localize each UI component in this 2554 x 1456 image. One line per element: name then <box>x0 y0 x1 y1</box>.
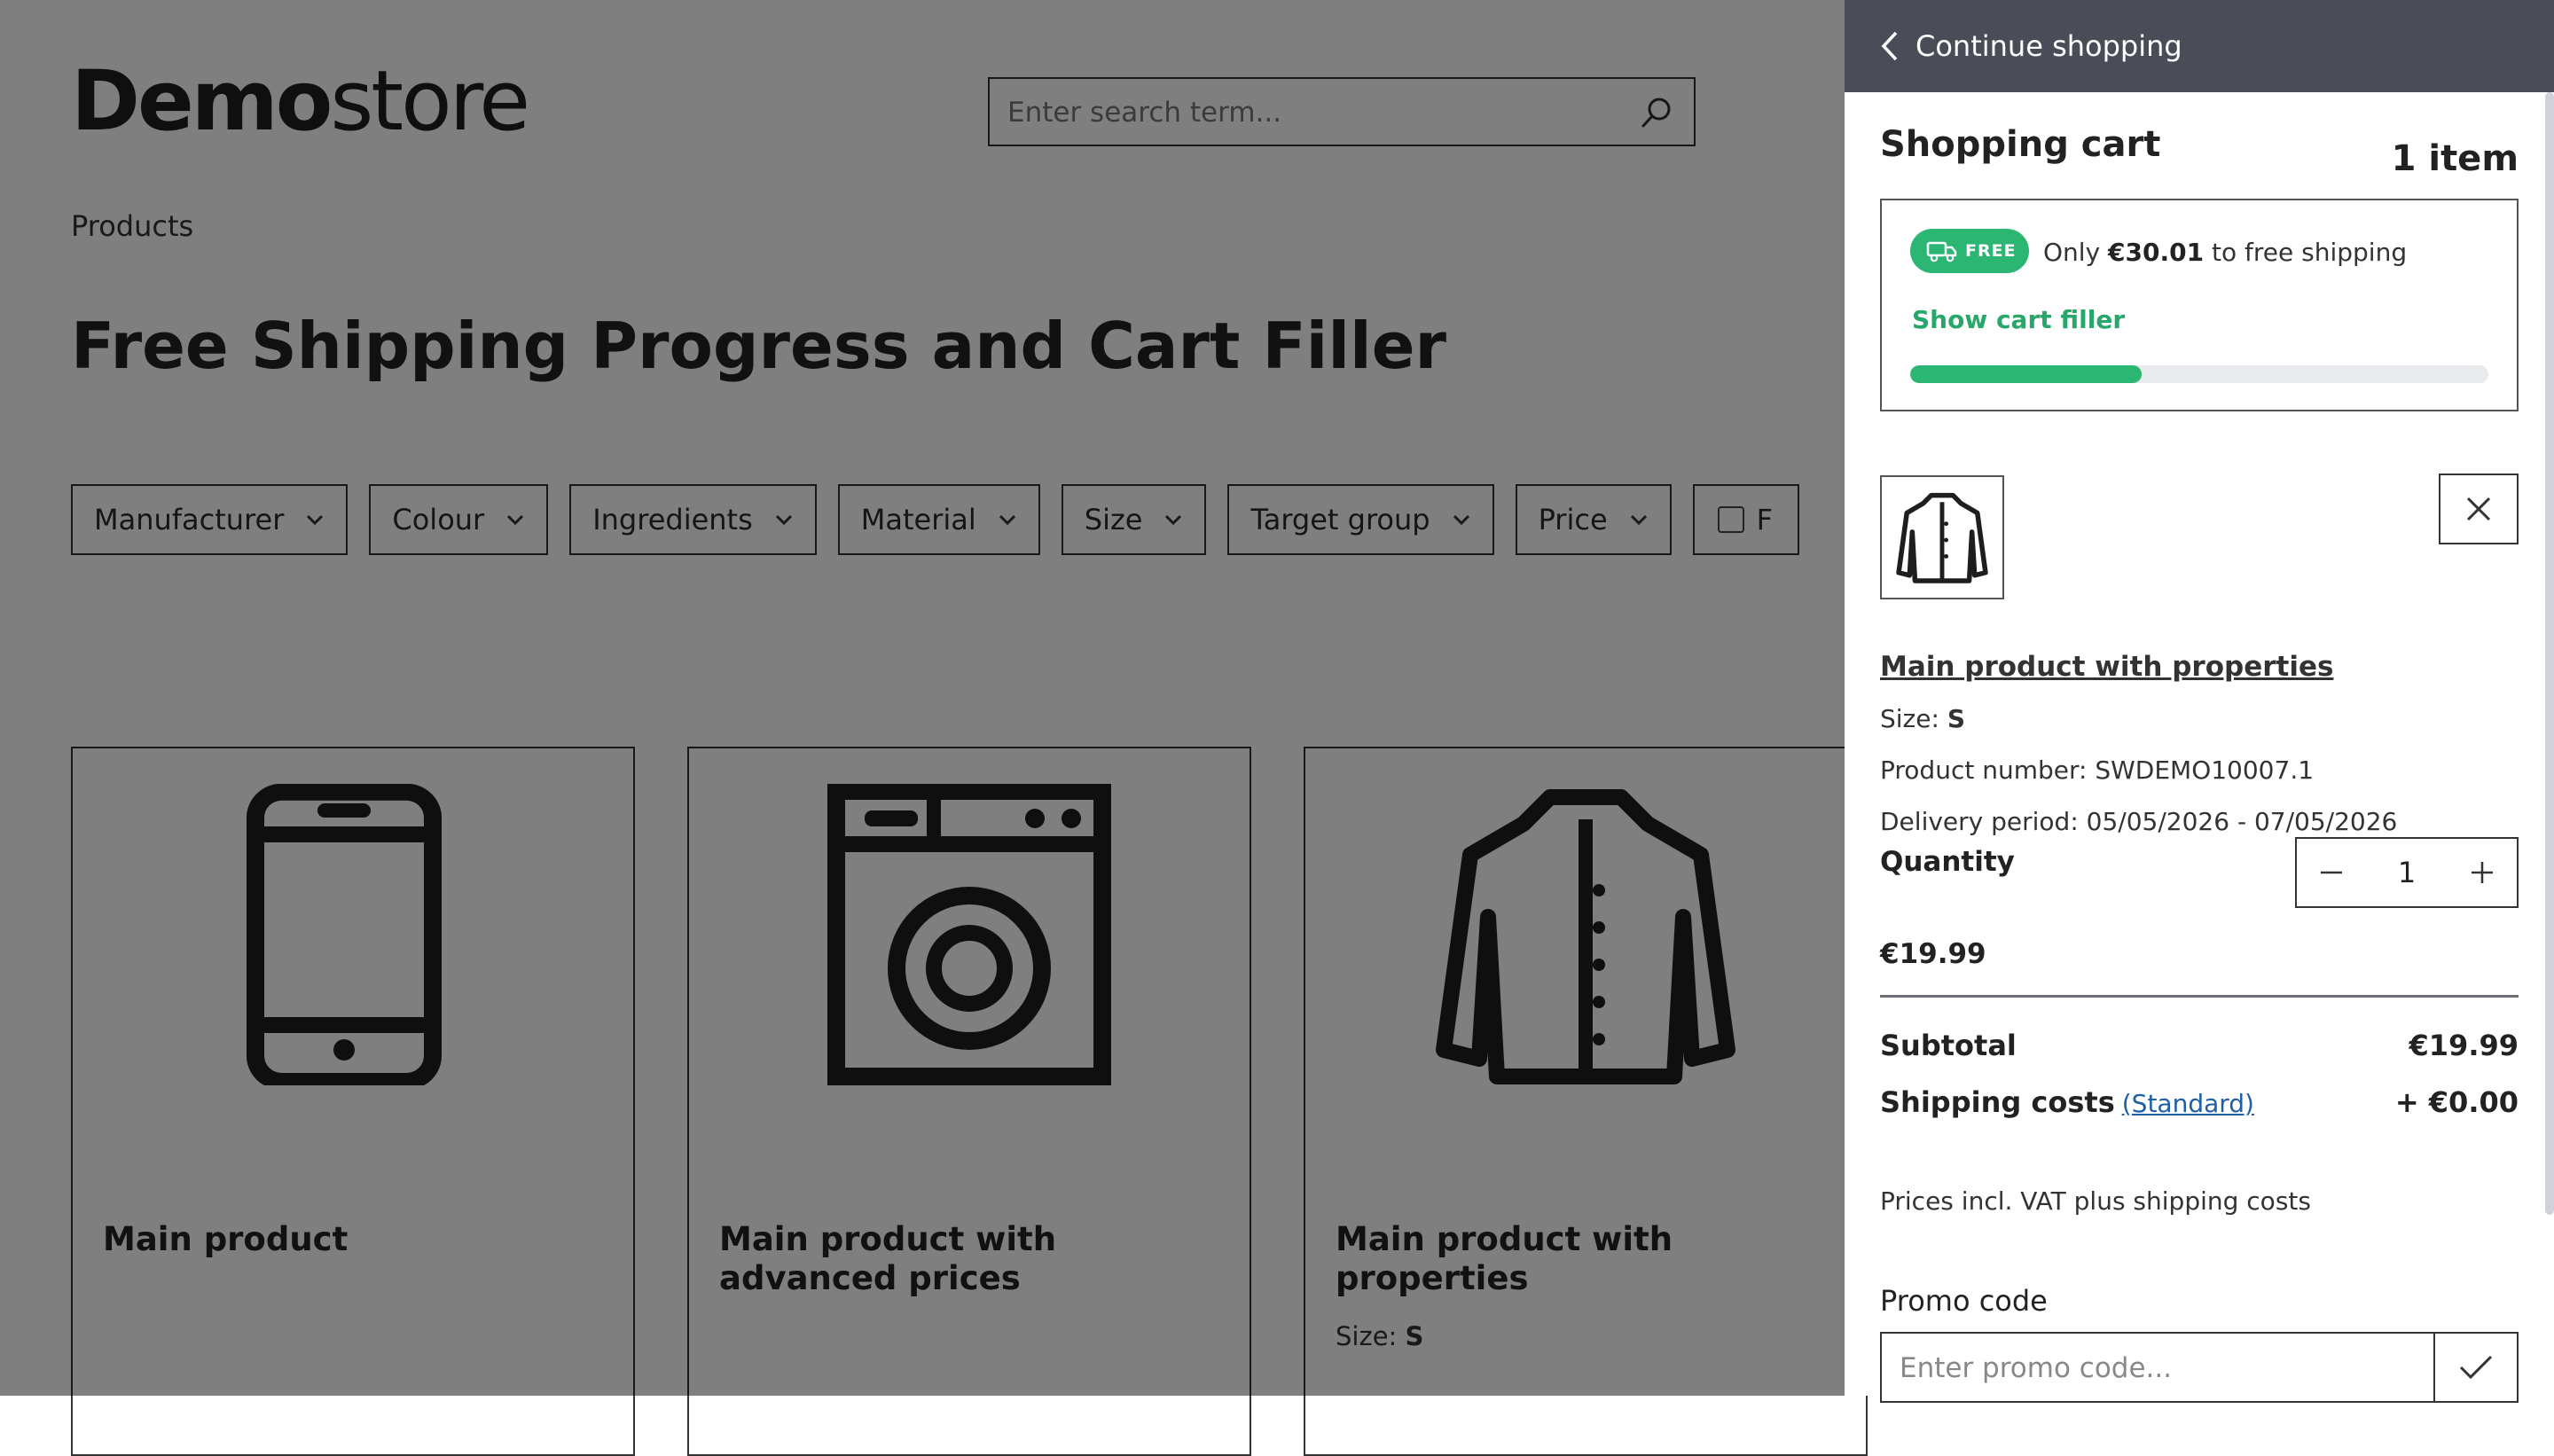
close-icon <box>2466 497 2491 521</box>
promo-submit-button[interactable] <box>2433 1334 2517 1401</box>
continue-shopping-label: Continue shopping <box>1916 29 2182 63</box>
quantity-stepper[interactable]: 1 <box>2295 837 2519 908</box>
shipping-remaining-amount: €30.01 <box>2108 238 2205 267</box>
offcanvas-cart: Continue shopping Shopping cart 1 item F… <box>1845 0 2554 1396</box>
size-label: Size: <box>1880 704 1939 733</box>
free-badge-label: FREE <box>1965 241 2017 261</box>
chevron-left-icon <box>1881 31 1898 61</box>
free-shipping-badge: FREE <box>1910 229 2029 273</box>
truck-icon <box>1926 241 1957 262</box>
size-value: S <box>1947 704 1965 733</box>
progress-fill <box>1910 365 2142 383</box>
line-item-delivery-period: Delivery period: 05/05/2026 - 07/05/2026 <box>1880 807 2398 836</box>
minus-icon[interactable] <box>2318 859 2345 886</box>
show-cart-filler-link[interactable]: Show cart filler <box>1912 305 2125 334</box>
jacket-icon <box>1896 492 1988 583</box>
free-shipping-progress-bar <box>1910 365 2488 383</box>
line-item-name[interactable]: Main product with properties <box>1880 651 2333 683</box>
checkmark-icon <box>2459 1355 2493 1380</box>
cart-item-count: 1 item <box>2391 138 2519 179</box>
free-shipping-box: FREE Only €30.01 to free shipping Show c… <box>1880 199 2519 411</box>
free-shipping-text: Only €30.01 to free shipping <box>2043 238 2407 267</box>
promo-code-input[interactable] <box>1898 1334 2433 1403</box>
line-item-thumbnail[interactable] <box>1880 475 2004 599</box>
plus-icon[interactable] <box>2469 859 2495 886</box>
shipping-method-link[interactable]: (Standard) <box>2122 1089 2254 1118</box>
continue-shopping-button[interactable]: Continue shopping <box>1845 0 2554 92</box>
line-item-product-number: Product number: SWDEMO10007.1 <box>1880 755 2315 785</box>
shipping-text-prefix: Only <box>2043 238 2101 267</box>
scrollbar[interactable] <box>2545 92 2554 1215</box>
quantity-value[interactable]: 1 <box>2398 856 2416 889</box>
cart-title-row: Shopping cart 1 item <box>1880 92 2519 199</box>
shipping-text-suffix: to free shipping <box>2212 238 2408 267</box>
promo-code-field <box>1880 1332 2519 1403</box>
cart-title: Shopping cart <box>1880 124 2161 165</box>
line-item-size: Size: S <box>1880 704 1965 733</box>
remove-item-button[interactable] <box>2439 474 2519 544</box>
